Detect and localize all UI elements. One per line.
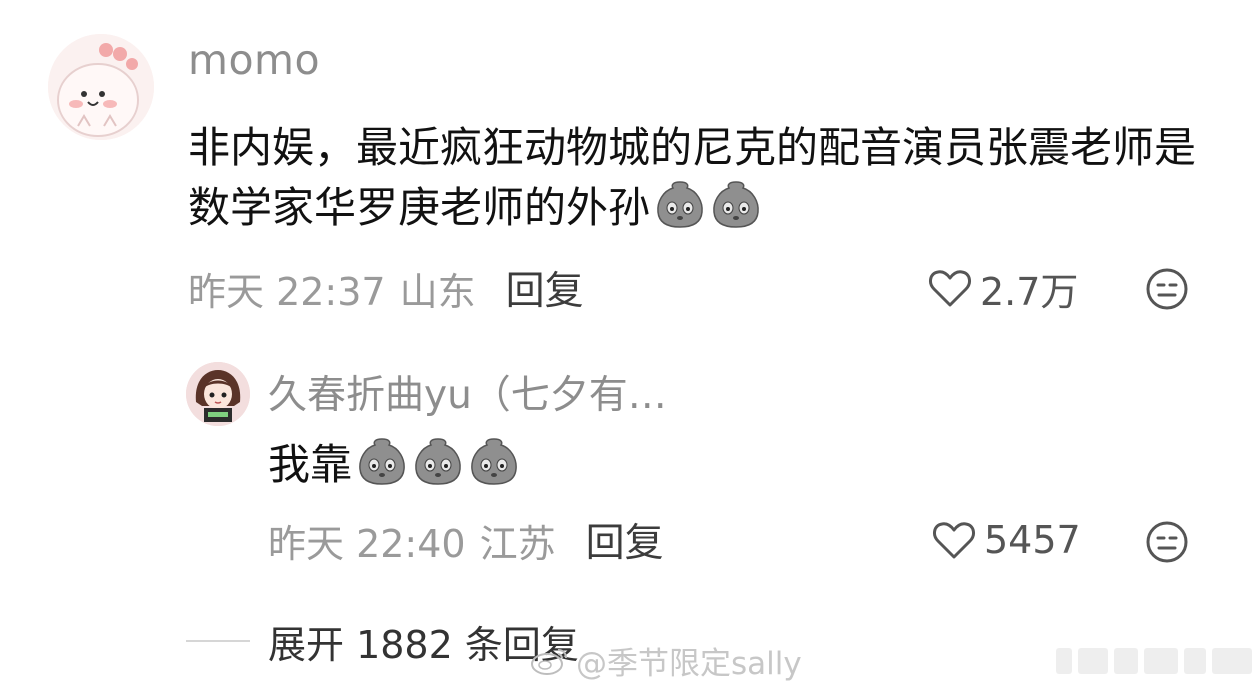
avatar[interactable]: [48, 34, 154, 140]
reply-body: 我靠: [268, 440, 353, 489]
expand-divider: [186, 640, 250, 642]
pink-dinosaur-avatar-icon: [48, 34, 154, 140]
stone-face-emoji-icon: [471, 438, 517, 485]
reply-text: 我靠: [268, 435, 520, 495]
username[interactable]: momo: [188, 36, 320, 84]
comment-location: 山东: [399, 269, 476, 314]
watermark-text: @季节限定sally: [576, 645, 802, 682]
like-button[interactable]: 5457: [932, 514, 1081, 566]
reply-time: 昨天 22:40: [268, 521, 466, 566]
stone-face-emoji-icon: [415, 438, 461, 485]
comment-text: 非内娱，最近疯狂动物城的尼克的配音演员张震老师是数学家华罗庚老师的外孙: [188, 118, 1198, 238]
reply-button[interactable]: 回复: [586, 512, 664, 568]
username[interactable]: 久春折曲yu（七夕有…: [268, 364, 667, 420]
like-count: 2.7万: [980, 269, 1079, 314]
anime-girl-avatar-icon: [186, 362, 250, 426]
heart-icon: [929, 270, 971, 307]
stone-face-emoji-icon: [657, 181, 703, 228]
reply-button[interactable]: 回复: [506, 260, 584, 316]
reply-location: 江苏: [479, 521, 556, 566]
reply-meta: 昨天 22:40 江苏 回复: [268, 514, 664, 566]
more-button[interactable]: [1144, 519, 1190, 565]
meh-face-icon: [1146, 521, 1188, 563]
comment-meta: 昨天 22:37 山东 回复: [188, 262, 584, 314]
like-button[interactable]: 2.7万: [928, 262, 1078, 314]
heart-icon: [933, 522, 975, 559]
comment-time: 昨天 22:37: [188, 269, 386, 314]
more-button[interactable]: [1144, 266, 1190, 312]
like-count: 5457: [984, 518, 1081, 562]
stone-face-emoji-icon: [713, 181, 759, 228]
comment-thread: momo 非内娱，最近疯狂动物城的尼克的配音演员张震老师是数学家华罗庚老师的外孙…: [0, 0, 1260, 692]
stone-face-emoji-icon: [359, 438, 405, 485]
blurred-bottom-bar: [1056, 645, 1256, 677]
meh-face-icon: [1146, 268, 1188, 310]
avatar[interactable]: [186, 362, 250, 426]
expand-replies-button[interactable]: 展开 1882 条回复: [268, 614, 579, 669]
